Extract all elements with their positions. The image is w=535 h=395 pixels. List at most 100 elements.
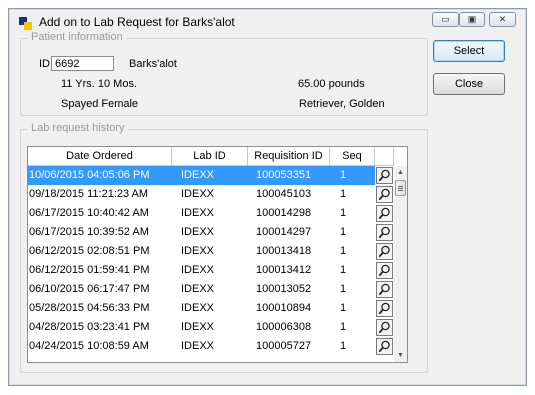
scroll-down-icon[interactable]: ▼ — [394, 349, 407, 362]
cell-lab-id: IDEXX — [181, 245, 215, 257]
close-icon: ✕ — [498, 14, 507, 24]
column-header-action — [375, 147, 394, 166]
window-title: Add on to Lab Request for Barks'alot — [39, 15, 235, 29]
row-view-cell — [375, 204, 394, 223]
cell-lab-id: IDEXX — [181, 283, 215, 295]
cell-requisition-id: 100014298 — [256, 207, 312, 219]
magnifier-icon — [378, 302, 390, 315]
cell-date-ordered: 05/28/2015 04:56:33 PM — [29, 302, 150, 314]
cell-seq: 1 — [340, 283, 347, 295]
patient-breed: Retriever, Golden — [299, 98, 385, 110]
cell-requisition-id: 100013418 — [256, 245, 312, 257]
row-view-cell — [375, 223, 394, 242]
patient-id-field[interactable]: 6692 — [51, 56, 114, 71]
grid-header: Date Ordered Lab ID Requisition ID Seq — [28, 147, 407, 166]
cell-requisition-id: 100013052 — [256, 283, 312, 295]
magnifier-icon — [378, 283, 390, 296]
magnifier-icon — [378, 226, 390, 239]
patient-age: 11 Yrs. 10 Mos. — [61, 78, 138, 90]
cell-seq: 1 — [340, 321, 347, 333]
cell-requisition-id: 100014297 — [256, 226, 312, 238]
cell-lab-id: IDEXX — [172, 166, 248, 185]
view-details-button[interactable] — [376, 186, 393, 203]
patient-name: Barks'alot — [129, 58, 177, 70]
view-details-button[interactable] — [376, 224, 393, 241]
row-view-cell — [375, 261, 394, 280]
cell-seq: 1 — [340, 264, 347, 276]
close-window-button[interactable]: ✕ — [489, 12, 516, 27]
cell-date-ordered: 04/24/2015 10:08:59 AM — [29, 340, 149, 352]
close-button[interactable]: Close — [433, 73, 505, 95]
patient-info-legend: Patient information — [28, 31, 126, 43]
view-details-button[interactable] — [376, 338, 393, 355]
table-row[interactable]: 04/28/2015 03:23:41 PM IDEXX 100006308 1 — [28, 318, 407, 337]
vertical-scrollbar[interactable]: ▲ ▼ — [394, 166, 407, 362]
cell-seq: 1 — [340, 188, 347, 200]
view-details-button[interactable] — [376, 262, 393, 279]
row-view-cell — [375, 166, 394, 185]
column-header-seq[interactable]: Seq — [330, 147, 375, 166]
table-row[interactable]: 06/12/2015 01:59:41 PM IDEXX 100013412 1 — [28, 261, 407, 280]
row-view-cell — [375, 185, 394, 204]
cell-date-ordered: 09/18/2015 11:21:23 AM — [29, 188, 149, 200]
scroll-up-icon[interactable]: ▲ — [394, 166, 407, 179]
row-view-cell — [375, 280, 394, 299]
minimize-button[interactable]: ▭ — [432, 12, 459, 27]
column-header-date-ordered[interactable]: Date Ordered — [28, 147, 172, 166]
cell-seq: 1 — [330, 166, 375, 185]
cell-date-ordered: 06/12/2015 02:08:51 PM — [29, 245, 150, 257]
cell-seq: 1 — [340, 207, 347, 219]
maximize-button[interactable]: ▣ — [459, 12, 485, 27]
cell-lab-id: IDEXX — [181, 188, 215, 200]
cell-lab-id: IDEXX — [181, 302, 215, 314]
table-row[interactable]: 06/10/2015 06:17:47 PM IDEXX 100013052 1 — [28, 280, 407, 299]
select-button[interactable]: Select — [433, 40, 505, 62]
table-row[interactable]: 06/17/2015 10:40:42 AM IDEXX 100014298 1 — [28, 204, 407, 223]
cell-requisition-id: 100053351 — [248, 166, 330, 185]
column-header-lab-id[interactable]: Lab ID — [172, 147, 248, 166]
magnifier-icon — [378, 340, 390, 353]
cell-lab-id: IDEXX — [181, 264, 215, 276]
lab-history-grid: Date Ordered Lab ID Requisition ID Seq 1… — [27, 146, 408, 363]
cell-seq: 1 — [340, 340, 347, 352]
table-row[interactable]: 09/18/2015 11:21:23 AM IDEXX 100045103 1 — [28, 185, 407, 204]
view-details-button[interactable] — [376, 319, 393, 336]
cell-date-ordered: 06/17/2015 10:40:42 AM — [29, 207, 149, 219]
cell-requisition-id: 100005727 — [256, 340, 312, 352]
cell-requisition-id: 100045103 — [256, 188, 312, 200]
cell-requisition-id: 100010894 — [256, 302, 312, 314]
table-row[interactable]: 05/28/2015 04:56:33 PM IDEXX 100010894 1 — [28, 299, 407, 318]
cell-date-ordered: 06/12/2015 01:59:41 PM — [29, 264, 150, 276]
row-view-cell — [375, 318, 394, 337]
view-details-button[interactable] — [376, 205, 393, 222]
cell-date-ordered: 06/17/2015 10:39:52 AM — [29, 226, 149, 238]
view-details-button[interactable] — [376, 300, 393, 317]
cell-lab-id: IDEXX — [181, 207, 215, 219]
magnifier-icon — [378, 264, 390, 277]
table-row[interactable]: 06/12/2015 02:08:51 PM IDEXX 100013418 1 — [28, 242, 407, 261]
magnifier-icon — [378, 169, 390, 182]
patient-sex: Spayed Female — [61, 98, 139, 110]
table-row[interactable]: 10/06/2015 04:05:06 PM IDEXX 100053351 1 — [28, 166, 407, 185]
view-details-button[interactable] — [376, 281, 393, 298]
scroll-thumb[interactable] — [395, 180, 406, 196]
magnifier-icon — [378, 188, 390, 201]
cell-date-ordered: 04/28/2015 03:23:41 PM — [29, 321, 150, 333]
table-row[interactable]: 06/17/2015 10:39:52 AM IDEXX 100014297 1 — [28, 223, 407, 242]
minimize-icon: ▭ — [441, 14, 450, 24]
table-row[interactable]: 04/24/2015 10:08:59 AM IDEXX 100005727 1 — [28, 337, 407, 356]
view-details-button[interactable] — [376, 243, 393, 260]
cell-lab-id: IDEXX — [181, 321, 215, 333]
cell-seq: 1 — [340, 302, 347, 314]
cell-seq: 1 — [340, 226, 347, 238]
row-view-cell — [375, 337, 394, 356]
column-header-requisition-id[interactable]: Requisition ID — [248, 147, 330, 166]
app-logo-icon — [19, 17, 32, 30]
view-details-button[interactable] — [376, 167, 393, 184]
cell-requisition-id: 100006308 — [256, 321, 312, 333]
cell-date-ordered: 10/06/2015 04:05:06 PM — [28, 166, 172, 185]
cell-lab-id: IDEXX — [181, 340, 215, 352]
cell-date-ordered: 06/10/2015 06:17:47 PM — [29, 283, 150, 295]
patient-weight: 65.00 pounds — [298, 78, 365, 90]
cell-seq: 1 — [340, 245, 347, 257]
